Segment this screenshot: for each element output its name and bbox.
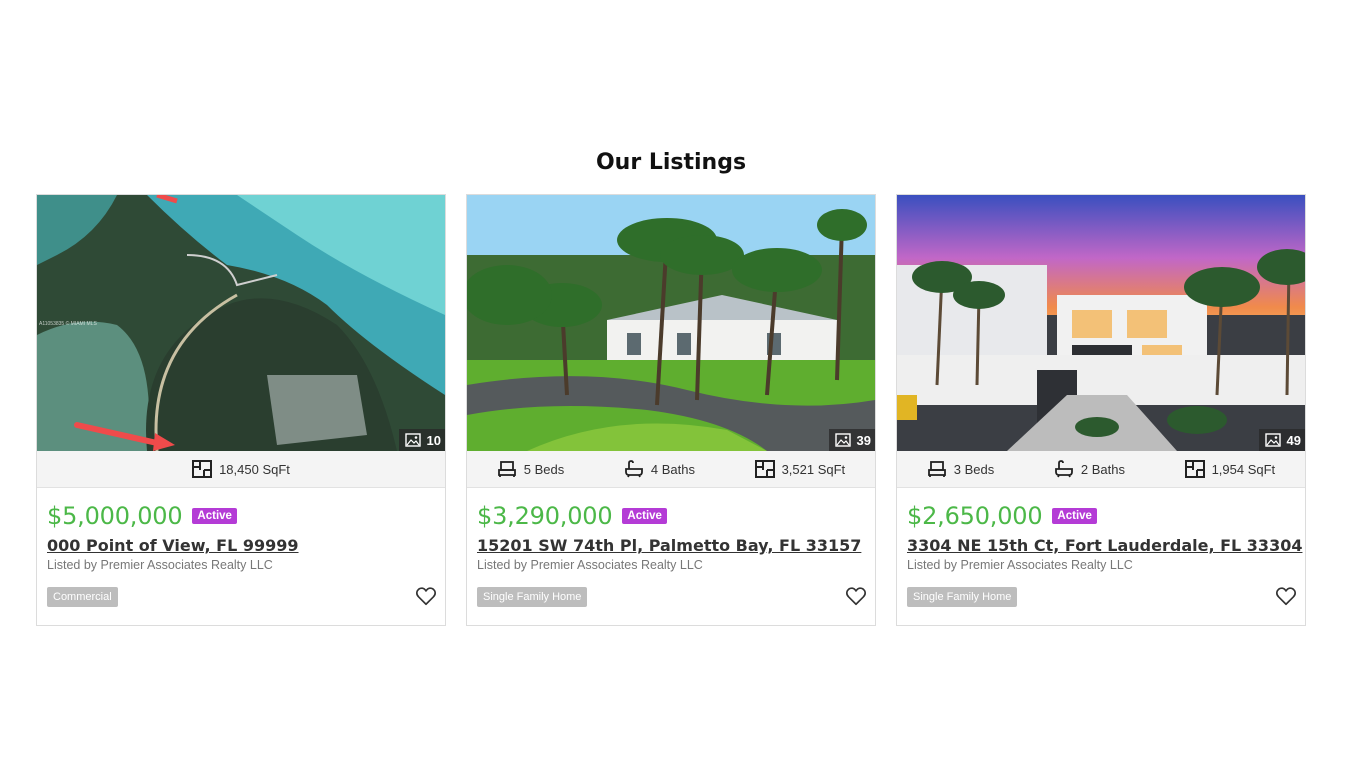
listed-by: Listed by Premier Associates Realty LLC: [47, 558, 273, 572]
floorplan-icon: [1184, 460, 1205, 478]
stat-sqft-label: 18,450 SqFt: [219, 461, 290, 477]
listing-body: $5,000,000 Active 000 Point of View, FL …: [37, 488, 445, 626]
listing-price: $3,290,000: [477, 502, 613, 530]
listing-photo[interactable]: A11053835 © MIAMI MLS 10: [37, 195, 445, 451]
heart-icon: [846, 587, 866, 606]
listed-by: Listed by Premier Associates Realty LLC: [907, 558, 1133, 572]
listing-card[interactable]: A11053835 © MIAMI MLS 10 18,450 SqFt $5,…: [36, 194, 446, 626]
modern-house-dusk-photo: [897, 195, 1305, 451]
price-row: $5,000,000 Active: [47, 502, 435, 530]
listing-price: $2,650,000: [907, 502, 1043, 530]
listing-body: $2,650,000 Active 3304 NE 15th Ct, Fort …: [897, 488, 1305, 626]
photo-watermark: A11053835 © MIAMI MLS: [39, 320, 97, 327]
heart-icon: [1276, 587, 1296, 606]
floorplan-icon: [192, 460, 213, 478]
price-row: $3,290,000 Active: [477, 502, 865, 530]
stat-baths-label: 4 Baths: [650, 461, 695, 477]
stat-sqft: 3,521 SqFt: [754, 460, 846, 478]
stat-beds-label: 5 Beds: [523, 461, 565, 477]
listing-stats: 18,450 SqFt: [37, 451, 445, 488]
property-type-tag: Commercial: [47, 587, 118, 607]
listing-stats: 5 Beds 4 Baths 3,521 SqFt: [467, 451, 875, 488]
listing-card[interactable]: 49 3 Beds 2 Baths 1,954 SqFt $2,650,000 …: [896, 194, 1306, 626]
listing-address-link[interactable]: 000 Point of View, FL 99999: [47, 536, 435, 555]
listed-by: Listed by Premier Associates Realty LLC: [477, 558, 703, 572]
photo-count-badge[interactable]: 39: [828, 429, 875, 451]
aerial-map-photo: A11053835 © MIAMI MLS: [37, 195, 445, 451]
stat-sqft: 1,954 SqFt: [1184, 460, 1276, 478]
stat-beds: 3 Beds: [927, 460, 994, 478]
listing-stats: 3 Beds 2 Baths 1,954 SqFt: [897, 451, 1305, 488]
stat-sqft: 18,450 SqFt: [192, 460, 290, 478]
image-icon: [1264, 433, 1281, 447]
listing-price: $5,000,000: [47, 502, 183, 530]
stat-baths: 2 Baths: [1054, 460, 1125, 478]
property-type-tag: Single Family Home: [907, 587, 1018, 607]
photo-count: 10: [426, 432, 441, 448]
floorplan-icon: [754, 460, 775, 478]
photo-count-badge[interactable]: 10: [398, 429, 445, 451]
stat-baths-label: 2 Baths: [1080, 461, 1125, 477]
status-badge: Active: [622, 508, 667, 524]
listings-grid: A11053835 © MIAMI MLS 10 18,450 SqFt $5,…: [36, 194, 1306, 626]
photo-count: 39: [856, 432, 871, 448]
favorite-button[interactable]: [845, 585, 867, 607]
photo-count: 49: [1286, 432, 1301, 448]
status-badge: Active: [1052, 508, 1097, 524]
section-title: Our Listings: [595, 150, 747, 175]
listing-address-link[interactable]: 15201 SW 74th Pl, Palmetto Bay, FL 33157: [477, 536, 865, 555]
bathtub-icon: [1054, 460, 1073, 478]
property-type-tag: Single Family Home: [477, 587, 588, 607]
listing-photo[interactable]: 49: [897, 195, 1305, 451]
favorite-button[interactable]: [415, 585, 437, 607]
price-row: $2,650,000 Active: [907, 502, 1295, 530]
stat-beds: 5 Beds: [497, 460, 564, 478]
house-palms-photo: [467, 195, 875, 451]
listing-card[interactable]: 39 5 Beds 4 Baths 3,521 SqFt $3,290,000 …: [466, 194, 876, 626]
listing-photo[interactable]: 39: [467, 195, 875, 451]
status-badge: Active: [192, 508, 237, 524]
stat-sqft-label: 3,521 SqFt: [781, 461, 846, 477]
image-icon: [834, 433, 851, 447]
stat-sqft-label: 1,954 SqFt: [1211, 461, 1276, 477]
favorite-button[interactable]: [1275, 585, 1297, 607]
photo-count-badge[interactable]: 49: [1258, 429, 1305, 451]
bed-icon: [927, 461, 946, 477]
image-icon: [404, 433, 421, 447]
stat-beds-label: 3 Beds: [953, 461, 995, 477]
listing-address-link[interactable]: 3304 NE 15th Ct, Fort Lauderdale, FL 333…: [907, 536, 1302, 555]
heart-icon: [416, 587, 436, 606]
listing-body: $3,290,000 Active 15201 SW 74th Pl, Palm…: [467, 488, 875, 626]
bed-icon: [497, 461, 516, 477]
bathtub-icon: [624, 460, 643, 478]
stat-baths: 4 Baths: [624, 460, 695, 478]
